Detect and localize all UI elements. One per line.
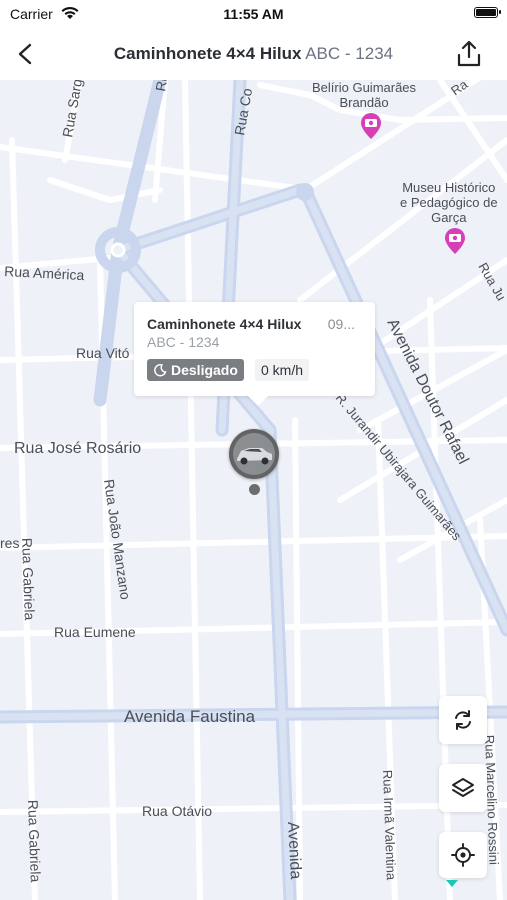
- status-badge: Desligado: [147, 359, 244, 381]
- speed-text: 0 km/h: [261, 362, 304, 378]
- locate-icon: [451, 843, 475, 867]
- status-text: Desligado: [171, 362, 238, 378]
- poi-name-line: e Pedagógico de: [400, 195, 498, 210]
- poi-name-line: Belírio Guimarães: [312, 80, 417, 95]
- poi-name-line: Garça: [431, 210, 467, 225]
- page-title: Caminhonete 4×4 Hilux ABC - 1234: [60, 44, 447, 64]
- street-label: Rua Eumene: [54, 624, 136, 640]
- vehicle-location-dot: [249, 484, 260, 495]
- street-label: Rua José Rosário: [14, 440, 141, 457]
- status-bar: Carrier 11:55 AM: [0, 0, 507, 28]
- vehicle-plate: ABC - 1234: [305, 44, 394, 63]
- poi-name-line: Museu Histórico: [402, 180, 496, 195]
- refresh-icon: [455, 710, 471, 730]
- refresh-button[interactable]: [439, 696, 487, 744]
- street-label: Rua Otávio: [142, 803, 212, 819]
- vehicle-name: Caminhonete 4×4 Hilux: [113, 44, 302, 63]
- poi-label[interactable]: Museu Histórico e Pedagógico de Garça: [400, 180, 498, 225]
- street-label: Rua Gabriela: [19, 538, 38, 621]
- vehicle-info-popup[interactable]: Caminhonete 4×4 Hilux 09... ABC - 1234 D…: [134, 302, 375, 406]
- back-button[interactable]: [10, 38, 42, 70]
- popup-vehicle-name: Caminhonete 4×4 Hilux: [147, 316, 302, 332]
- battery-icon: [474, 7, 501, 18]
- share-icon: [457, 40, 481, 67]
- share-button[interactable]: [453, 38, 485, 70]
- moon-icon: [154, 364, 167, 377]
- street-label: Avenida Faustina: [124, 707, 256, 726]
- popup-time: 09...: [327, 316, 355, 332]
- vehicle-marker[interactable]: [229, 429, 279, 479]
- back-arrow-icon: [18, 43, 32, 65]
- street-label: Rua Gabriela: [25, 800, 44, 883]
- street-label: Avenida: [284, 821, 304, 879]
- layers-button[interactable]: [439, 764, 487, 812]
- street-label: Rua Vitó: [76, 345, 130, 361]
- street-label: res: [0, 535, 19, 551]
- layers-icon: [452, 778, 474, 797]
- scroll-indicator: [446, 880, 458, 887]
- poi-label[interactable]: Belírio Guimarães Brandão: [312, 80, 416, 110]
- vehicle-photo: [233, 433, 275, 475]
- street-label: Ru: [152, 80, 171, 93]
- locate-button[interactable]: [439, 832, 487, 878]
- status-time: 11:55 AM: [223, 6, 284, 22]
- poi-name-line: Brandão: [339, 95, 389, 110]
- speed-badge: 0 km/h: [255, 359, 310, 381]
- navigation-bar: Caminhonete 4×4 Hilux ABC - 1234: [0, 28, 507, 80]
- popup-plate: ABC - 1234: [147, 334, 220, 350]
